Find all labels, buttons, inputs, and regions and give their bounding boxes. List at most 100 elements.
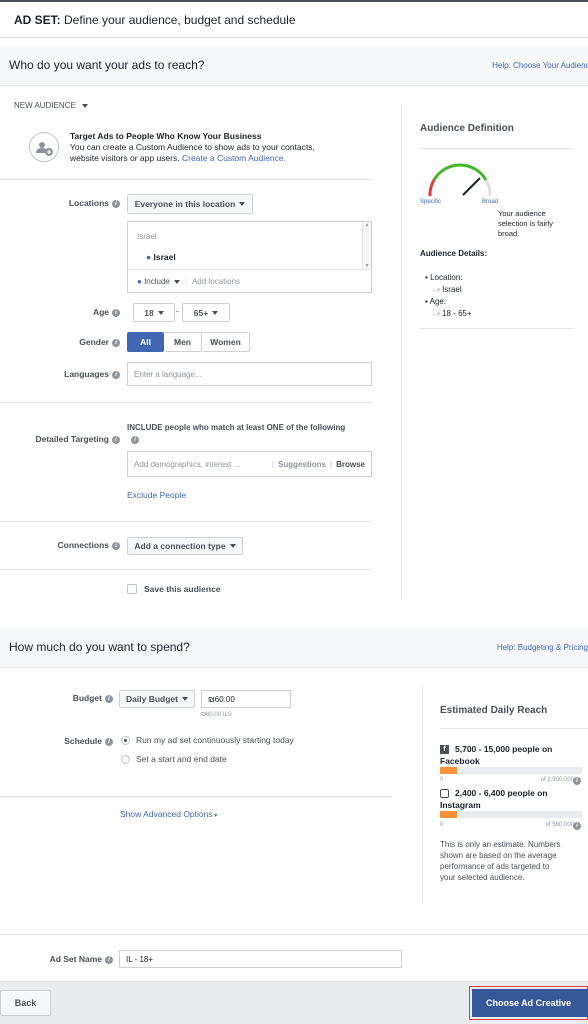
include-criteria-text: INCLUDE people who match at least ONE of… [127, 423, 346, 432]
budget-type-dropdown[interactable]: Daily Budget [119, 690, 195, 708]
instagram-reach-fill [440, 811, 458, 818]
gauge-specific-label: Specific [420, 199, 442, 205]
instagram-reach-bar [440, 811, 582, 818]
include-dropdown[interactable]: ● Include [137, 277, 180, 286]
divider [420, 328, 573, 329]
instagram-reach-min: 0 [440, 822, 444, 828]
budget-section-header: How much do you want to spend? Help: Bud… [0, 628, 588, 668]
column-divider [422, 686, 423, 904]
locations-label: Locations i [0, 198, 120, 208]
create-custom-audience-link[interactable]: Create a Custom Audience. [182, 153, 286, 163]
connection-type-dropdown[interactable]: Add a connection type [127, 537, 243, 555]
schedule-start-end-option[interactable]: Set a start and end date [121, 754, 227, 764]
column-divider [401, 105, 402, 600]
audience-gauge [428, 163, 492, 197]
divider [0, 179, 372, 180]
audience-details-list: ▪ Location: ◦ Israel ▪ Age: ◦ 18 - 65+ [425, 273, 472, 318]
info-icon[interactable]: i [112, 199, 120, 208]
next-button-highlight: Choose Ad Creative [469, 986, 588, 1020]
ad-set-name-label: Ad Set Name i [0, 954, 113, 964]
info-icon[interactable]: i [112, 435, 120, 444]
info-icon[interactable]: i [131, 435, 139, 444]
divider [0, 796, 392, 797]
radio-unselected[interactable] [121, 754, 130, 764]
budget-heading: How much do you want to spend? [9, 640, 190, 654]
facebook-reach-bar [440, 767, 582, 774]
locations-scrollbar[interactable]: ▲ ▼ [362, 222, 371, 269]
info-icon[interactable]: i [573, 822, 581, 830]
audience-heading: Who do you want your ads to reach? [9, 58, 205, 72]
location-selected-item[interactable]: ● Israel [146, 252, 176, 262]
age-label: Age i [0, 307, 120, 317]
location-pin-icon: ● [146, 252, 152, 262]
gender-all-button[interactable]: All [127, 332, 164, 352]
info-icon[interactable]: i [112, 338, 120, 347]
audience-definition-title: Audience Definition [420, 123, 514, 134]
languages-label: Languages i [0, 369, 120, 379]
choose-ad-creative-button[interactable]: Choose Ad Creative [472, 989, 588, 1017]
location-country-header: Israel [137, 232, 157, 241]
budget-amount-input[interactable]: ₪60.00 [201, 690, 291, 708]
locations-box: Israel ● Israel ▲ ▼ ● Include | Add loca… [127, 221, 372, 293]
help-choose-audience-link[interactable]: Help: Choose Your Audience [492, 61, 588, 70]
divider [0, 521, 372, 522]
divider [0, 402, 372, 403]
info-icon[interactable]: i [112, 370, 120, 379]
info-icon[interactable]: i [112, 308, 120, 317]
divider [0, 569, 372, 570]
checkbox[interactable] [127, 584, 137, 594]
custom-audience-line2: website visitors or app users. [70, 153, 180, 163]
new-audience-dropdown[interactable]: NEW AUDIENCE [14, 101, 88, 110]
radio-selected[interactable] [121, 735, 130, 745]
age-dash: - [176, 307, 179, 316]
gauge-broad-label: Broad [482, 199, 499, 205]
audience-section-header: Who do you want your ads to reach? Help:… [0, 46, 588, 86]
schedule-continuous-option[interactable]: Run my ad set continuously starting toda… [121, 735, 294, 745]
show-advanced-options-link[interactable]: Show Advanced Options ▾ [120, 809, 217, 819]
info-icon[interactable]: i [105, 955, 113, 964]
estimated-reach-title: Estimated Daily Reach [440, 705, 548, 716]
info-icon[interactable]: i [105, 737, 113, 746]
divider [440, 728, 588, 729]
browse-link[interactable]: Browse [336, 460, 365, 469]
instagram-reach: 2,400 - 6,400 people on Instagram [440, 788, 548, 810]
custom-audience-title: Target Ads to People Who Know Your Busin… [70, 131, 262, 141]
detailed-targeting-input[interactable]: Add demographics, interest ... | Suggesti… [127, 451, 372, 477]
connections-label: Connections i [0, 540, 120, 550]
page-title: AD SET: Define your audience, budget and… [14, 13, 296, 27]
ad-set-name-input[interactable]: IL - 18+ [119, 950, 402, 968]
languages-input[interactable]: Enter a language... [127, 362, 372, 386]
locations-dropdown[interactable]: Everyone in this location [127, 194, 253, 214]
gender-selector: All Men Women [127, 332, 250, 352]
facebook-icon: f [440, 745, 449, 755]
gauge-description: Your audience selection is fairly broad. [498, 209, 554, 238]
divider [420, 148, 573, 149]
facebook-reach: f 5,700 - 15,000 people on Facebook [440, 744, 553, 766]
budget-currency-note: ₪60.00 ILS [201, 712, 232, 718]
exclude-people-link[interactable]: Exclude People [127, 490, 186, 500]
save-audience-checkbox[interactable]: Save this audience [127, 584, 221, 594]
info-icon[interactable]: i [112, 541, 120, 550]
help-budgeting-link[interactable]: Help: Budgeting & Pricing [497, 643, 588, 652]
suggestions-link[interactable]: Suggestions [278, 460, 326, 469]
top-bar: AD SET: Define your audience, budget and… [0, 0, 588, 38]
gender-label: Gender i [0, 337, 120, 347]
reach-estimate-note: This is only an estimate. Numbers shown … [440, 840, 561, 882]
schedule-label: Schedule i [0, 736, 113, 746]
location-pin-icon: ● [137, 277, 142, 286]
facebook-reach-min: 0 [440, 777, 444, 783]
custom-audience-icon [29, 132, 59, 162]
budget-label: Budget i [0, 693, 113, 703]
gender-women-button[interactable]: Women [202, 332, 250, 352]
facebook-reach-fill [440, 767, 458, 774]
add-locations-input[interactable]: Add locations [192, 277, 240, 286]
age-min-dropdown[interactable]: 18 [133, 303, 175, 322]
gender-men-button[interactable]: Men [164, 332, 202, 352]
back-button[interactable]: Back [0, 990, 51, 1016]
detailed-targeting-label: Detailed Targeting i [0, 434, 120, 444]
instagram-icon [440, 789, 449, 799]
instagram-reach-max: of 580,000 [545, 822, 574, 828]
age-max-dropdown[interactable]: 65+ [182, 303, 230, 322]
info-icon[interactable]: i [573, 777, 581, 785]
info-icon[interactable]: i [105, 694, 113, 703]
